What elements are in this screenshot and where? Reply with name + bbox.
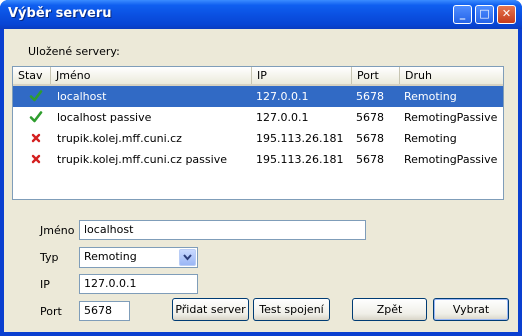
- back-button[interactable]: Zpět: [352, 298, 427, 321]
- cell-ip: 195.113.26.181: [256, 132, 344, 145]
- table-row[interactable]: localhost 127.0.0.1 5678 Remoting: [13, 86, 503, 107]
- x-icon: [29, 131, 43, 145]
- title-bar[interactable]: Výběr serveru _ □ ✕: [0, 0, 522, 29]
- cell-port: 5678: [356, 132, 384, 145]
- name-label: Jméno: [40, 224, 75, 237]
- check-icon: [29, 110, 43, 124]
- close-button[interactable]: ✕: [497, 5, 516, 24]
- cell-kind: RemotingPassive: [404, 153, 498, 166]
- column-header-name[interactable]: Jméno: [51, 67, 252, 84]
- name-input[interactable]: localhost: [79, 220, 366, 240]
- type-select[interactable]: Remoting: [79, 247, 198, 268]
- table-row[interactable]: localhost passive 127.0.0.1 5678 RemotingPa…: [13, 107, 503, 128]
- saved-servers-label: Uložené servery:: [28, 45, 120, 58]
- port-label: Port: [40, 305, 62, 318]
- cell-kind: Remoting: [404, 90, 457, 103]
- cell-name: trupik.kolej.mff.cuni.cz: [57, 132, 182, 145]
- column-header-port[interactable]: Port: [352, 67, 400, 84]
- table-row[interactable]: trupik.kolej.mff.cuni.cz passive 195.113.…: [13, 149, 503, 170]
- table-row[interactable]: trupik.kolej.mff.cuni.cz 195.113.26.181 56…: [13, 128, 503, 149]
- cell-port: 5678: [356, 90, 384, 103]
- column-header-ip[interactable]: IP: [252, 67, 352, 84]
- column-header-status[interactable]: Stav: [13, 67, 51, 84]
- list-header: Stav Jméno IP Port Druh: [13, 67, 503, 86]
- type-label: Typ: [40, 251, 59, 264]
- cell-name: localhost passive: [57, 111, 152, 124]
- window-title: Výběr serveru: [8, 6, 112, 21]
- column-header-kind[interactable]: Druh: [400, 67, 503, 84]
- ip-input[interactable]: 127.0.0.1: [79, 274, 198, 294]
- cell-ip: 127.0.0.1: [256, 111, 309, 124]
- cell-ip: 195.113.26.181: [256, 153, 344, 166]
- port-input[interactable]: 5678: [79, 301, 130, 321]
- add-server-button[interactable]: Přidat server: [172, 298, 249, 321]
- test-connection-button[interactable]: Test spojení: [253, 298, 330, 321]
- cell-ip: 127.0.0.1: [256, 90, 309, 103]
- type-select-value: Remoting: [84, 250, 137, 263]
- servers-list[interactable]: Stav Jméno IP Port Druh localhost 127.0.0…: [12, 66, 504, 200]
- check-icon: [29, 89, 43, 103]
- cell-kind: RemotingPassive: [404, 111, 498, 124]
- chevron-down-icon[interactable]: [179, 249, 196, 266]
- ip-label: IP: [40, 278, 50, 291]
- minimize-button[interactable]: _: [453, 5, 472, 24]
- cell-port: 5678: [356, 153, 384, 166]
- cell-name: trupik.kolej.mff.cuni.cz passive: [57, 153, 227, 166]
- cell-kind: Remoting: [404, 132, 457, 145]
- server-select-window: Výběr serveru _ □ ✕ Uložené servery: Sta…: [0, 0, 522, 336]
- select-button[interactable]: Vybrat: [433, 298, 509, 321]
- cell-port: 5678: [356, 111, 384, 124]
- maximize-button[interactable]: □: [475, 5, 494, 24]
- x-icon: [29, 152, 43, 166]
- cell-name: localhost: [57, 90, 107, 103]
